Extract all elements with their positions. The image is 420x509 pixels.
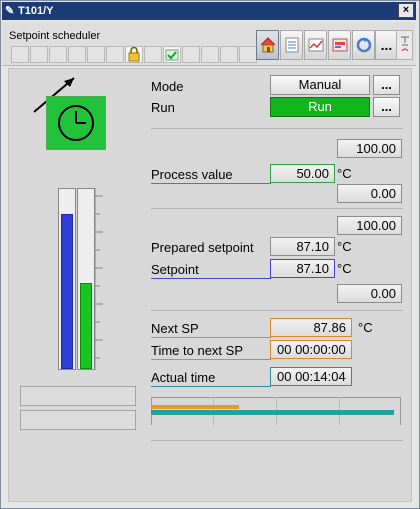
pv-bar — [77, 188, 95, 370]
sp-underline — [151, 278, 271, 279]
separator — [151, 310, 403, 311]
faceplate-view-button[interactable] — [328, 30, 351, 60]
time-to-next-progress — [151, 405, 239, 409]
more-views-button[interactable]: ... — [375, 30, 398, 60]
check-slot[interactable] — [163, 46, 181, 63]
status-slot — [30, 46, 48, 63]
window-title: T101/Y — [18, 5, 54, 17]
prepared-setpoint-label: Prepared setpoint — [151, 240, 254, 255]
standard-view-button[interactable] — [256, 30, 279, 60]
pen-icon: ✎ — [5, 5, 15, 17]
status-slot — [68, 46, 86, 63]
checklist-icon — [285, 37, 298, 53]
bar-scale — [94, 188, 103, 370]
sp-low-limit: 0.00 — [337, 284, 402, 303]
sp-high-limit: 100.00 — [337, 216, 402, 235]
checkmark-icon — [165, 49, 179, 61]
status-slot — [239, 46, 257, 63]
title-bar[interactable]: ✎ T101/Y × — [2, 2, 416, 20]
mode-label: Mode — [151, 79, 184, 94]
mode-button[interactable]: Manual — [270, 75, 370, 95]
process-value-field: 50.00 — [270, 164, 335, 183]
status-slot — [49, 46, 67, 63]
setpoint-field[interactable]: 87.10 — [270, 259, 335, 278]
lock-icon — [128, 46, 140, 62]
pv-high-limit: 100.00 — [337, 139, 402, 158]
separator — [151, 208, 403, 209]
status-slot — [106, 46, 124, 63]
status-slot — [220, 46, 238, 63]
mode-more-button[interactable]: ... — [373, 75, 400, 95]
next-sp-underline — [151, 337, 271, 338]
prepared-setpoint-field[interactable]: 87.10 — [270, 237, 335, 256]
time-to-next-sp-label: Time to next SP — [151, 343, 243, 358]
status-slot — [11, 46, 29, 63]
faceplate-icon — [332, 38, 347, 52]
status-slot — [201, 46, 219, 63]
setpoint-label: Setpoint — [151, 262, 199, 277]
run-more-button[interactable]: ... — [373, 97, 400, 117]
pin-icon — [400, 36, 409, 52]
status-slot — [144, 46, 162, 63]
clock-icon — [58, 105, 94, 141]
pin-button[interactable] — [396, 30, 413, 60]
status-field — [20, 410, 136, 430]
separator — [151, 440, 403, 441]
time-progress — [151, 397, 401, 425]
time-to-next-sp-field: 00 00:00:00 — [270, 340, 352, 359]
actual-time-progress — [151, 410, 394, 415]
parameter-view-button[interactable] — [280, 30, 303, 60]
status-slot — [87, 46, 105, 63]
next-sp-field: 87.86 — [270, 318, 352, 337]
time-next-underline — [151, 359, 271, 360]
trend-view-button[interactable] — [304, 30, 327, 60]
run-label: Run — [151, 100, 175, 115]
pv-low-limit: 0.00 — [337, 184, 402, 203]
next-sp-unit: °C — [358, 320, 373, 335]
loop-icon — [356, 37, 371, 53]
pv-unit: °C — [337, 166, 352, 181]
setpoint-bar-fill — [61, 214, 73, 369]
prepared-unit: °C — [337, 239, 352, 254]
home-icon — [260, 37, 275, 53]
process-value-label: Process value — [151, 167, 233, 182]
next-sp-label: Next SP — [151, 321, 199, 336]
clock-tile[interactable] — [46, 96, 106, 150]
close-button[interactable]: × — [398, 3, 414, 18]
separator — [151, 128, 403, 129]
pv-underline — [151, 183, 271, 184]
sp-unit: °C — [337, 261, 352, 276]
run-button[interactable]: Run — [270, 97, 370, 117]
actual-underline — [151, 386, 271, 387]
setpoint-bar — [58, 188, 76, 370]
panel-label: Setpoint scheduler — [9, 30, 101, 42]
lock-slot[interactable] — [125, 46, 143, 63]
status-field — [20, 386, 136, 406]
pv-bar-fill — [80, 283, 92, 369]
actual-time-label: Actual time — [151, 370, 216, 385]
trend-icon — [308, 38, 323, 52]
loop-view-button[interactable] — [352, 30, 375, 60]
status-slot — [182, 46, 200, 63]
actual-time-field: 00 00:14:04 — [270, 367, 352, 386]
